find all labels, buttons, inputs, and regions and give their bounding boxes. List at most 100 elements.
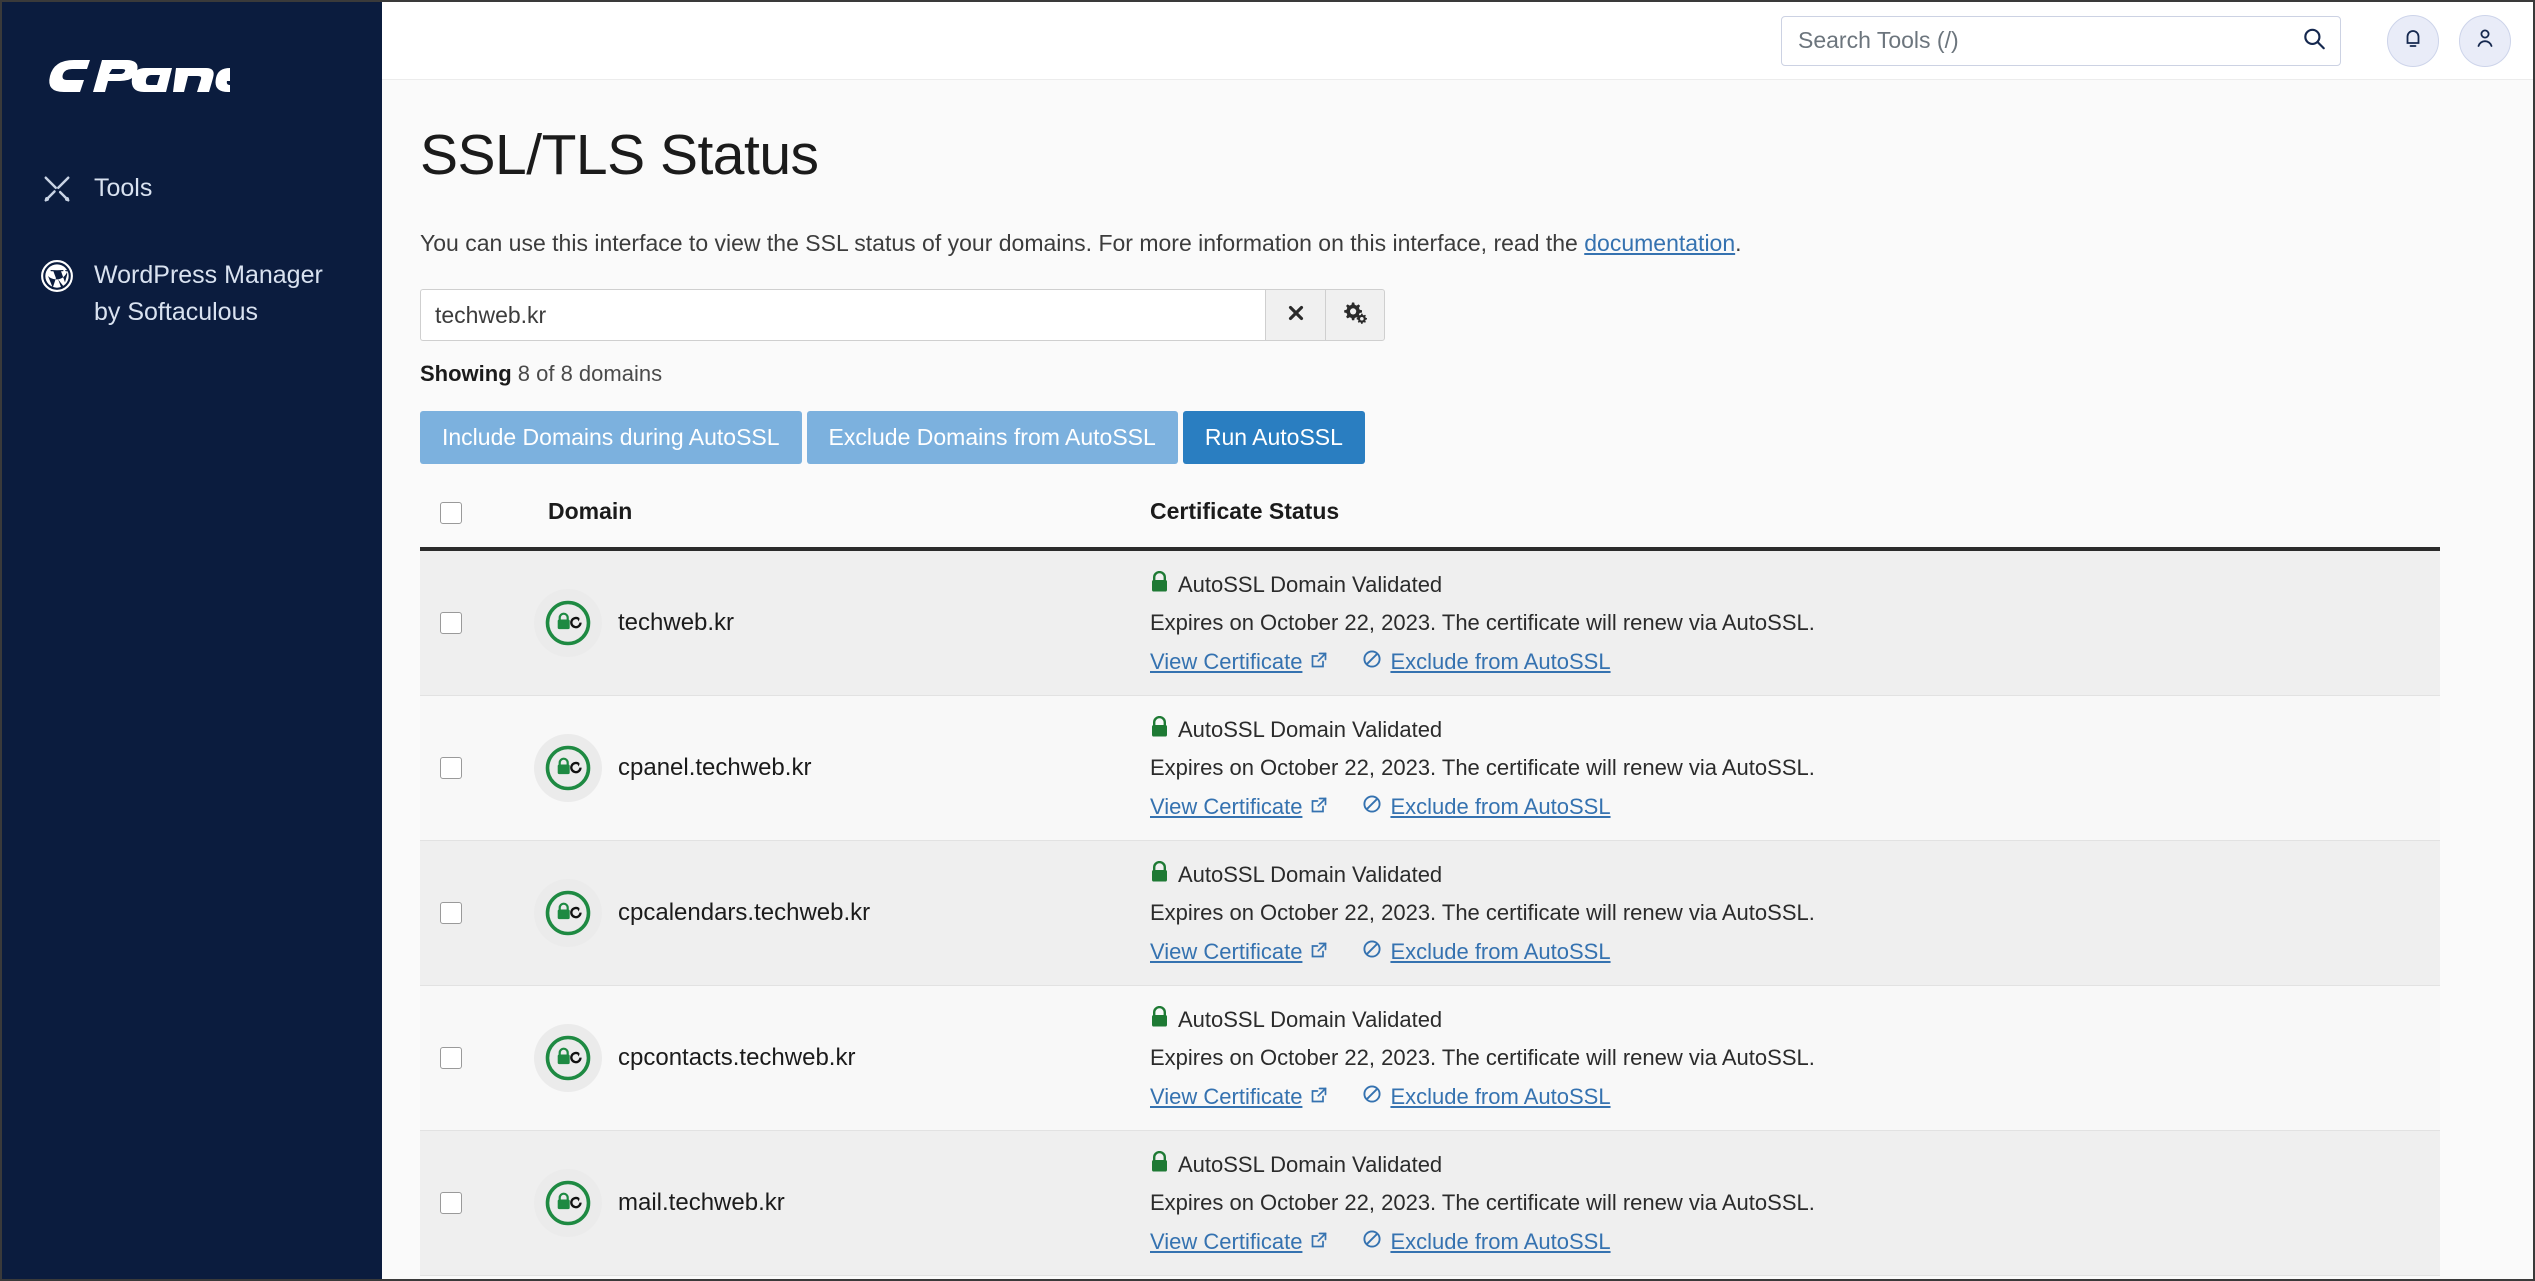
certificate-status-line: AutoSSL Domain Validated: [1150, 1150, 2440, 1179]
view-certificate-link[interactable]: View Certificate: [1150, 1229, 1328, 1255]
search-input[interactable]: [1781, 15, 2341, 66]
lock-icon: [1150, 570, 1169, 599]
cpanel-window: Tools WordPress Manager by Softaculous S…: [0, 0, 2535, 1281]
certificate-actions: View Certificate Exclude from AutoSSL: [1150, 794, 2440, 820]
showing-count: Showing 8 of 8 domains: [420, 361, 2471, 387]
run-autossl-button[interactable]: Run AutoSSL: [1182, 411, 1365, 464]
view-certificate-label: View Certificate: [1150, 1229, 1303, 1254]
ssl-valid-autossl-icon: [534, 879, 602, 947]
exclude-from-autossl-label: Exclude from AutoSSL: [1390, 939, 1611, 964]
status-text: AutoSSL Domain Validated: [1178, 1007, 1443, 1032]
exclude-from-autossl-link[interactable]: Exclude from AutoSSL: [1362, 1084, 1611, 1110]
lock-icon: [1150, 1005, 1169, 1034]
account-button[interactable]: [2459, 14, 2511, 67]
filter-settings-button[interactable]: [1325, 289, 1385, 341]
exclude-from-autossl-link[interactable]: Exclude from AutoSSL: [1362, 1229, 1611, 1255]
sidebar-item-tools[interactable]: Tools: [2, 162, 382, 215]
certificate-expiry-text: Expires on October 22, 2023. The certifi…: [1150, 610, 1815, 635]
documentation-link[interactable]: documentation: [1584, 230, 1735, 256]
row-select-cell: [420, 696, 530, 841]
table-header-row: Domain Certificate Status: [420, 498, 2440, 551]
certificate-status-cell: AutoSSL Domain Validated Expires on Octo…: [1150, 549, 2440, 696]
exclude-from-autossl-link[interactable]: Exclude from AutoSSL: [1362, 794, 1611, 820]
certificate-expiry-text: Expires on October 22, 2023. The certifi…: [1150, 755, 1815, 780]
ban-icon: [1362, 1229, 1382, 1255]
domain-filter-input[interactable]: [420, 289, 1265, 341]
sidebar-item-wordpress-manager[interactable]: WordPress Manager by Softaculous: [2, 249, 382, 339]
external-link-icon: [1310, 794, 1328, 820]
domain-cell: cpcalendars.techweb.kr: [530, 841, 1150, 986]
view-certificate-label: View Certificate: [1150, 649, 1303, 674]
row-checkbox[interactable]: [440, 612, 462, 634]
ssl-valid-autossl-icon: [534, 1024, 602, 1092]
row-checkbox[interactable]: [440, 1192, 462, 1214]
status-text: AutoSSL Domain Validated: [1178, 862, 1443, 887]
row-select-cell: [420, 986, 530, 1131]
exclude-from-autossl-link[interactable]: Exclude from AutoSSL: [1362, 649, 1611, 675]
view-certificate-label: View Certificate: [1150, 939, 1303, 964]
row-checkbox[interactable]: [440, 757, 462, 779]
exclude-from-autossl-label: Exclude from AutoSSL: [1390, 649, 1611, 674]
wordpress-icon: [40, 257, 74, 294]
clear-filter-button[interactable]: [1265, 289, 1325, 341]
ban-icon: [1362, 649, 1382, 675]
view-certificate-label: View Certificate: [1150, 1084, 1303, 1109]
ssl-valid-autossl-icon: [534, 589, 602, 657]
certificate-status-line: AutoSSL Domain Validated: [1150, 715, 2440, 744]
table-row: techweb.kr AutoSSL Domain Validated Expi…: [420, 549, 2440, 696]
certificate-expiry-text: Expires on October 22, 2023. The certifi…: [1150, 1190, 1815, 1215]
exclude-domains-button[interactable]: Exclude Domains from AutoSSL: [806, 411, 1178, 464]
select-all-checkbox[interactable]: [440, 501, 462, 524]
exclude-from-autossl-link[interactable]: Exclude from AutoSSL: [1362, 939, 1611, 965]
view-certificate-link[interactable]: View Certificate: [1150, 1084, 1328, 1110]
certificate-status-header[interactable]: Certificate Status: [1150, 498, 2440, 551]
search-tools-container: [1781, 15, 2341, 66]
domain-filter-row: [420, 289, 2471, 341]
certificate-actions: View Certificate Exclude from AutoSSL: [1150, 649, 2440, 675]
row-checkbox[interactable]: [440, 1047, 462, 1069]
external-link-icon: [1310, 1084, 1328, 1110]
domain-cell: cpcontacts.techweb.kr: [530, 986, 1150, 1131]
certificate-expiry-text: Expires on October 22, 2023. The certifi…: [1150, 1045, 1815, 1070]
domain-cell: mail.techweb.kr: [530, 1131, 1150, 1276]
domain-name: techweb.kr: [618, 609, 735, 636]
table-row: mail.techweb.kr AutoSSL Domain Validated…: [420, 1130, 2440, 1276]
autossl-action-buttons: Include Domains during AutoSSL Exclude D…: [420, 411, 2471, 464]
view-certificate-link[interactable]: View Certificate: [1150, 794, 1328, 820]
cpanel-logo[interactable]: [2, 36, 382, 122]
domain-name: cpcalendars.techweb.kr: [618, 899, 871, 926]
sidebar-nav: Tools WordPress Manager by Softaculous: [2, 162, 382, 339]
include-domains-button[interactable]: Include Domains during AutoSSL: [420, 411, 802, 464]
certificate-status-cell: AutoSSL Domain Validated Expires on Octo…: [1150, 696, 2440, 841]
page-title: SSL/TLS Status: [420, 123, 819, 187]
certificate-expiry-text: Expires on October 22, 2023. The certifi…: [1150, 900, 1815, 925]
showing-text: 8 of 8 domains: [517, 361, 663, 386]
lock-icon: [1150, 860, 1169, 889]
external-link-icon: [1310, 649, 1328, 675]
status-text: AutoSSL Domain Validated: [1178, 717, 1443, 742]
row-select-cell: [420, 1131, 530, 1276]
content-area: SSL/TLS Status You can use this interfac…: [382, 80, 2533, 1279]
main-area: SSL/TLS Status You can use this interfac…: [382, 2, 2533, 1279]
tools-icon: [40, 170, 74, 207]
notifications-button[interactable]: [2387, 14, 2439, 67]
lock-icon: [1150, 715, 1169, 744]
sidebar: Tools WordPress Manager by Softaculous: [2, 2, 382, 1279]
select-all-header: [420, 498, 530, 551]
domain-header[interactable]: Domain: [530, 498, 1150, 551]
ban-icon: [1362, 939, 1382, 965]
exclude-from-autossl-label: Exclude from AutoSSL: [1390, 794, 1611, 819]
table-row: cpcontacts.techweb.kr AutoSSL Domain Val…: [420, 985, 2440, 1131]
gears-icon: [1342, 300, 1368, 331]
view-certificate-link[interactable]: View Certificate: [1150, 649, 1328, 675]
row-checkbox[interactable]: [440, 902, 462, 924]
view-certificate-link[interactable]: View Certificate: [1150, 939, 1328, 965]
certificate-actions: View Certificate Exclude from AutoSSL: [1150, 939, 2440, 965]
row-select-cell: [420, 549, 530, 696]
domain-cell: techweb.kr: [530, 549, 1150, 696]
bell-icon: [2401, 26, 2425, 55]
topbar: [382, 2, 2533, 80]
exclude-from-autossl-label: Exclude from AutoSSL: [1390, 1229, 1611, 1254]
sidebar-item-label: WordPress Manager by Softaculous: [94, 261, 323, 326]
